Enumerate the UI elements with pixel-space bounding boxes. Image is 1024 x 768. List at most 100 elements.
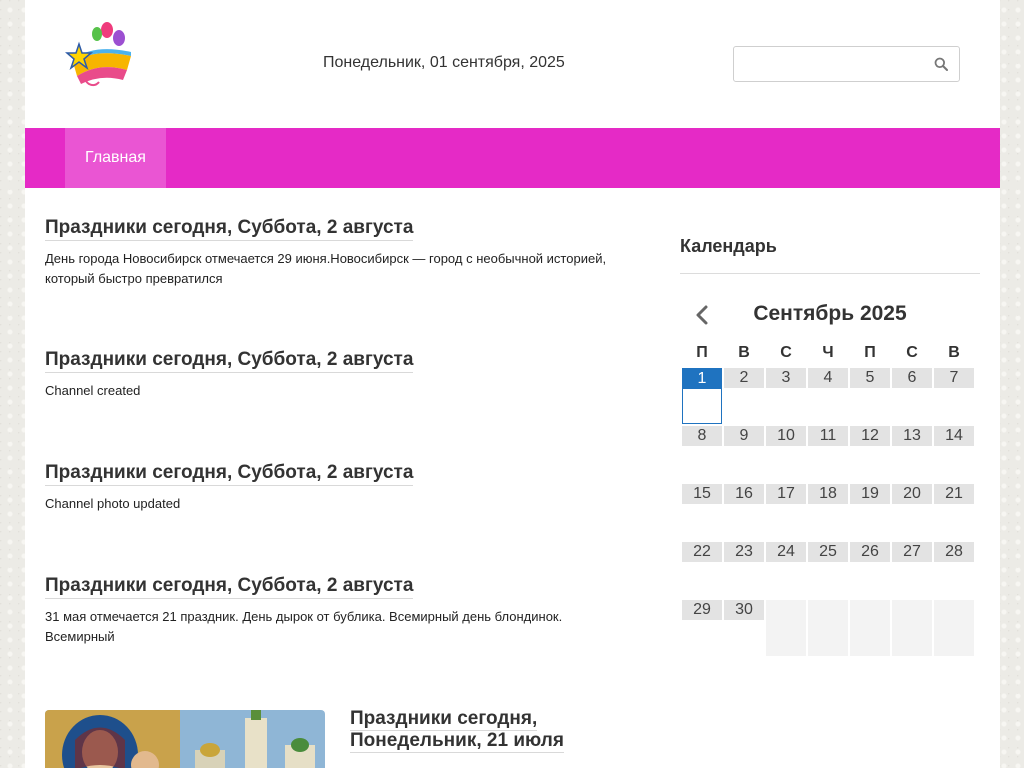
calendar-day-number: 5 [850,368,890,388]
calendar-day[interactable]: 25 [808,542,848,598]
calendar-day[interactable]: 4 [808,368,848,424]
calendar-day[interactable]: 18 [808,484,848,540]
current-date: Понедельник, 01 сентября, 2025 [323,54,565,71]
calendar-grid: П В С Ч П С В 1 2 3 4 5 6 7 8 9 10 11 12… [680,338,976,658]
calendar-day-number: 10 [766,426,806,446]
calendar-day-number: 23 [724,542,764,562]
page: Понедельник, 01 сентября, 2025 Главная П… [25,0,1000,768]
calendar-day[interactable]: 14 [934,426,974,482]
calendar-day[interactable]: 6 [892,368,932,424]
calendar-day-number: 17 [766,484,806,504]
post-title[interactable]: Праздники сегодня, Суббота, 2 августа [45,349,414,373]
calendar-day-number: 3 [766,368,806,388]
search-box[interactable] [733,46,960,82]
calendar-day-number: 1 [683,369,721,389]
calendar-day-number: 27 [892,542,932,562]
main-nav: Главная [25,128,1000,188]
calendar-day-number: 29 [682,600,722,620]
calendar-day[interactable]: 24 [766,542,806,598]
search-input[interactable] [734,47,935,79]
nav-item-home[interactable]: Главная [65,128,166,188]
calendar-day-number: 6 [892,368,932,388]
calendar-day[interactable]: 5 [850,368,890,424]
calendar-day-number: 20 [892,484,932,504]
post-title[interactable]: Праздники сегодня, Суббота, 2 августа [45,575,414,599]
calendar-day-number: 15 [682,484,722,504]
calendar-day-number: 14 [934,426,974,446]
calendar-day[interactable]: 19 [850,484,890,540]
weekday-label: В [738,344,750,361]
calendar-day-empty [850,600,890,656]
calendar-day[interactable]: 16 [724,484,764,540]
calendar-day[interactable]: 13 [892,426,932,482]
weekday-label: П [864,344,876,361]
calendar-day[interactable]: 30 [724,600,764,656]
calendar-day-number: 16 [724,484,764,504]
calendar-day-number: 12 [850,426,890,446]
search-icon[interactable] [934,57,948,71]
calendar-day[interactable]: 10 [766,426,806,482]
calendar-day[interactable]: 22 [682,542,722,598]
calendar-day-number: 28 [934,542,974,562]
post-title[interactable]: Праздники сегодня, Суббота, 2 августа [45,462,414,486]
post-item: Праздники сегодня, Суббота, 2 августа Ch… [45,349,625,401]
post-excerpt: Channel photo updated [45,496,181,511]
post-excerpt: 31 мая отмечается 21 праздник. День дыро… [45,609,563,644]
weekday-label: П [696,344,708,361]
calendar-day[interactable]: 20 [892,484,932,540]
post-item: Праздники сегодня, Суббота, 2 августа 31… [45,575,625,647]
post-title[interactable]: Праздники сегодня, Понедельник, 21 июля [350,708,564,753]
calendar-day[interactable]: 15 [682,484,722,540]
calendar-day-number: 13 [892,426,932,446]
calendar-day-number: 24 [766,542,806,562]
calendar-day-number: 2 [724,368,764,388]
calendar-day-number: 21 [934,484,974,504]
calendar-day[interactable]: 27 [892,542,932,598]
calendar-day[interactable]: 17 [766,484,806,540]
post-item: Праздники сегодня, Понедельник, 21 июля [350,708,590,753]
calendar-day-today[interactable]: 1 [682,368,722,424]
post-thumbnail[interactable] [45,710,325,768]
calendar-day-empty [934,600,974,656]
calendar-day[interactable]: 2 [724,368,764,424]
weekday-label: С [780,344,792,361]
post-excerpt: Channel created [45,383,141,398]
calendar-day-number: 19 [850,484,890,504]
calendar-day-number: 7 [934,368,974,388]
calendar-day-number: 8 [682,426,722,446]
calendar-day[interactable]: 26 [850,542,890,598]
calendar-day-empty [766,600,806,656]
calendar-day-number: 18 [808,484,848,504]
post-item: Праздники сегодня, Суббота, 2 августа Ch… [45,462,625,514]
calendar-day-number: 30 [724,600,764,620]
weekday-label: В [948,344,960,361]
calendar-day[interactable]: 21 [934,484,974,540]
calendar-day-number: 9 [724,426,764,446]
calendar-day-number: 4 [808,368,848,388]
weekday-label: С [906,344,918,361]
weekday-label: Ч [822,344,834,361]
calendar-day[interactable]: 8 [682,426,722,482]
calendar-day[interactable]: 7 [934,368,974,424]
calendar-day-number: 25 [808,542,848,562]
post-title[interactable]: Праздники сегодня, Суббота, 2 августа [45,217,414,241]
calendar-day-number: 26 [850,542,890,562]
calendar-day-number: 22 [682,542,722,562]
calendar-day-number: 11 [808,426,848,446]
site-header: Понедельник, 01 сентября, 2025 [25,0,1000,128]
calendar-day[interactable]: 28 [934,542,974,598]
calendar-day[interactable]: 12 [850,426,890,482]
calendar-day[interactable]: 3 [766,368,806,424]
calendar-header: Сентябрь 2025 [680,300,980,330]
post-excerpt: День города Новосибирск отмечается 29 ию… [45,251,607,286]
calendar-day-empty [808,600,848,656]
calendar-day[interactable]: 9 [724,426,764,482]
site-logo[interactable] [65,18,139,88]
post-item: Праздники сегодня, Суббота, 2 августа Де… [45,217,625,289]
calendar-day[interactable]: 23 [724,542,764,598]
calendar-day[interactable]: 11 [808,426,848,482]
calendar-day[interactable]: 29 [682,600,722,656]
calendar-day-empty [892,600,932,656]
calendar-widget-title: Календарь [680,236,980,274]
calendar-month: Сентябрь 2025 [753,302,907,325]
